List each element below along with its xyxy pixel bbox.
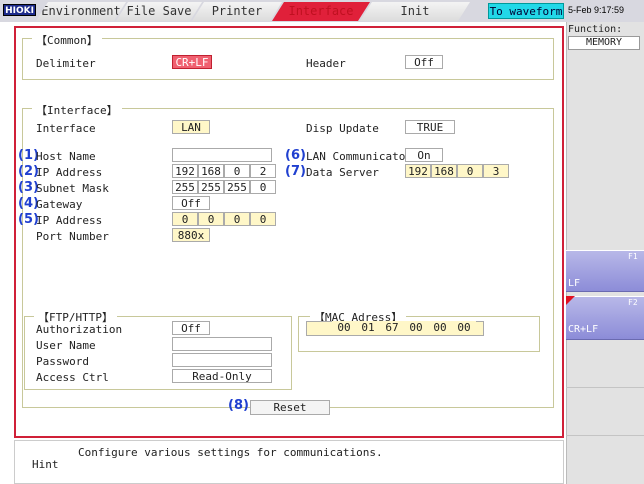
- f1-key-label: F1: [628, 252, 638, 261]
- mac-octet-3: 67: [380, 321, 404, 335]
- subnet-mask-label: Subnet Mask: [36, 182, 109, 195]
- header-field[interactable]: Off: [405, 55, 443, 69]
- ip-octet-3[interactable]: 0: [224, 164, 250, 178]
- f3-button[interactable]: [566, 342, 644, 388]
- gateway-ip-octet-4[interactable]: 0: [250, 212, 276, 226]
- tab-file-save[interactable]: File Save: [116, 2, 202, 21]
- f1-label: LF: [568, 278, 581, 289]
- mac-octet-5: 00: [428, 321, 452, 335]
- delimiter-label: Delimiter: [36, 57, 96, 70]
- data-server-octet-2[interactable]: 168: [431, 164, 457, 178]
- header-label: Header: [306, 57, 346, 70]
- access-ctrl-field[interactable]: Read-Only: [172, 369, 272, 383]
- disp-update-field[interactable]: TRUE: [405, 120, 455, 134]
- ip-address-label: IP Address: [36, 166, 103, 179]
- f2-key-label: F2: [628, 298, 638, 307]
- gateway-label: Gateway: [36, 198, 83, 211]
- tab-printer[interactable]: Printer: [192, 2, 282, 21]
- user-name-label: User Name: [36, 339, 96, 352]
- mac-octet-1: 00: [332, 321, 356, 335]
- port-number-field[interactable]: 880x: [172, 228, 210, 242]
- marker-8: (8): [228, 398, 249, 413]
- data-server-octet-1[interactable]: 192: [405, 164, 431, 178]
- disp-update-label: Disp Update: [306, 122, 379, 135]
- hint-label: Hint: [32, 458, 59, 471]
- authorization-field[interactable]: Off: [172, 321, 210, 335]
- access-ctrl-label: Access Ctrl: [36, 371, 109, 384]
- data-server-label: Data Server: [306, 166, 379, 179]
- clock: 5-Feb 9:17:59: [568, 5, 625, 15]
- mac-octet-4: 00: [404, 321, 428, 335]
- gateway-ip-octet-3[interactable]: 0: [224, 212, 250, 226]
- to-waveform-button[interactable]: To waveform: [488, 3, 564, 19]
- subnet-octet-1[interactable]: 255: [172, 180, 198, 194]
- lan-communicator-label: LAN Communicator: [306, 150, 412, 163]
- f4-button[interactable]: [566, 390, 644, 436]
- f2-selected-marker: [566, 296, 575, 305]
- interface-title: 【Interface】: [32, 102, 122, 118]
- delimiter-field[interactable]: CR+LF: [172, 55, 212, 69]
- ip-octet-1[interactable]: 192: [172, 164, 198, 178]
- mac-octet-2: 01: [356, 321, 380, 335]
- gateway-ip-octet-2[interactable]: 0: [198, 212, 224, 226]
- gateway-field[interactable]: Off: [172, 196, 210, 210]
- reset-button[interactable]: Reset: [250, 400, 330, 415]
- interface-label: Interface: [36, 122, 96, 135]
- f2-label: CR+LF: [568, 324, 599, 335]
- ip-octet-4[interactable]: 2: [250, 164, 276, 178]
- mac-octet-6: 00: [452, 321, 476, 335]
- data-server-octet-3[interactable]: 0: [457, 164, 483, 178]
- tab-environment[interactable]: Environment: [36, 2, 126, 21]
- user-name-field[interactable]: [172, 337, 272, 351]
- password-label: Password: [36, 355, 89, 368]
- common-group: [22, 38, 554, 80]
- marker-7: (7): [285, 164, 306, 179]
- host-name-field[interactable]: [172, 148, 272, 162]
- ip-octet-2[interactable]: 168: [198, 164, 224, 178]
- function-value: MEMORY: [568, 36, 640, 50]
- common-title: 【Common】: [32, 32, 102, 48]
- hioki-logo: HIOKI: [3, 4, 36, 16]
- gateway-ip-label: IP Address: [36, 214, 103, 227]
- interface-field[interactable]: LAN: [172, 120, 210, 134]
- function-label: Function:: [568, 24, 623, 35]
- authorization-label: Authorization: [36, 323, 123, 336]
- tab-interface[interactable]: Interface: [272, 2, 370, 21]
- subnet-octet-2[interactable]: 255: [198, 180, 224, 194]
- subnet-octet-4[interactable]: 0: [250, 180, 276, 194]
- gateway-ip-octet-1[interactable]: 0: [172, 212, 198, 226]
- hint-text: Configure various settings for communica…: [78, 446, 383, 459]
- password-field[interactable]: [172, 353, 272, 367]
- port-number-label: Port Number: [36, 230, 109, 243]
- host-name-label: Host Name: [36, 150, 96, 163]
- data-server-octet-4[interactable]: 3: [483, 164, 509, 178]
- tab-init[interactable]: Init: [360, 2, 470, 21]
- subnet-octet-3[interactable]: 255: [224, 180, 250, 194]
- lan-communicator-field[interactable]: On: [405, 148, 443, 162]
- marker-6: (6): [285, 148, 306, 163]
